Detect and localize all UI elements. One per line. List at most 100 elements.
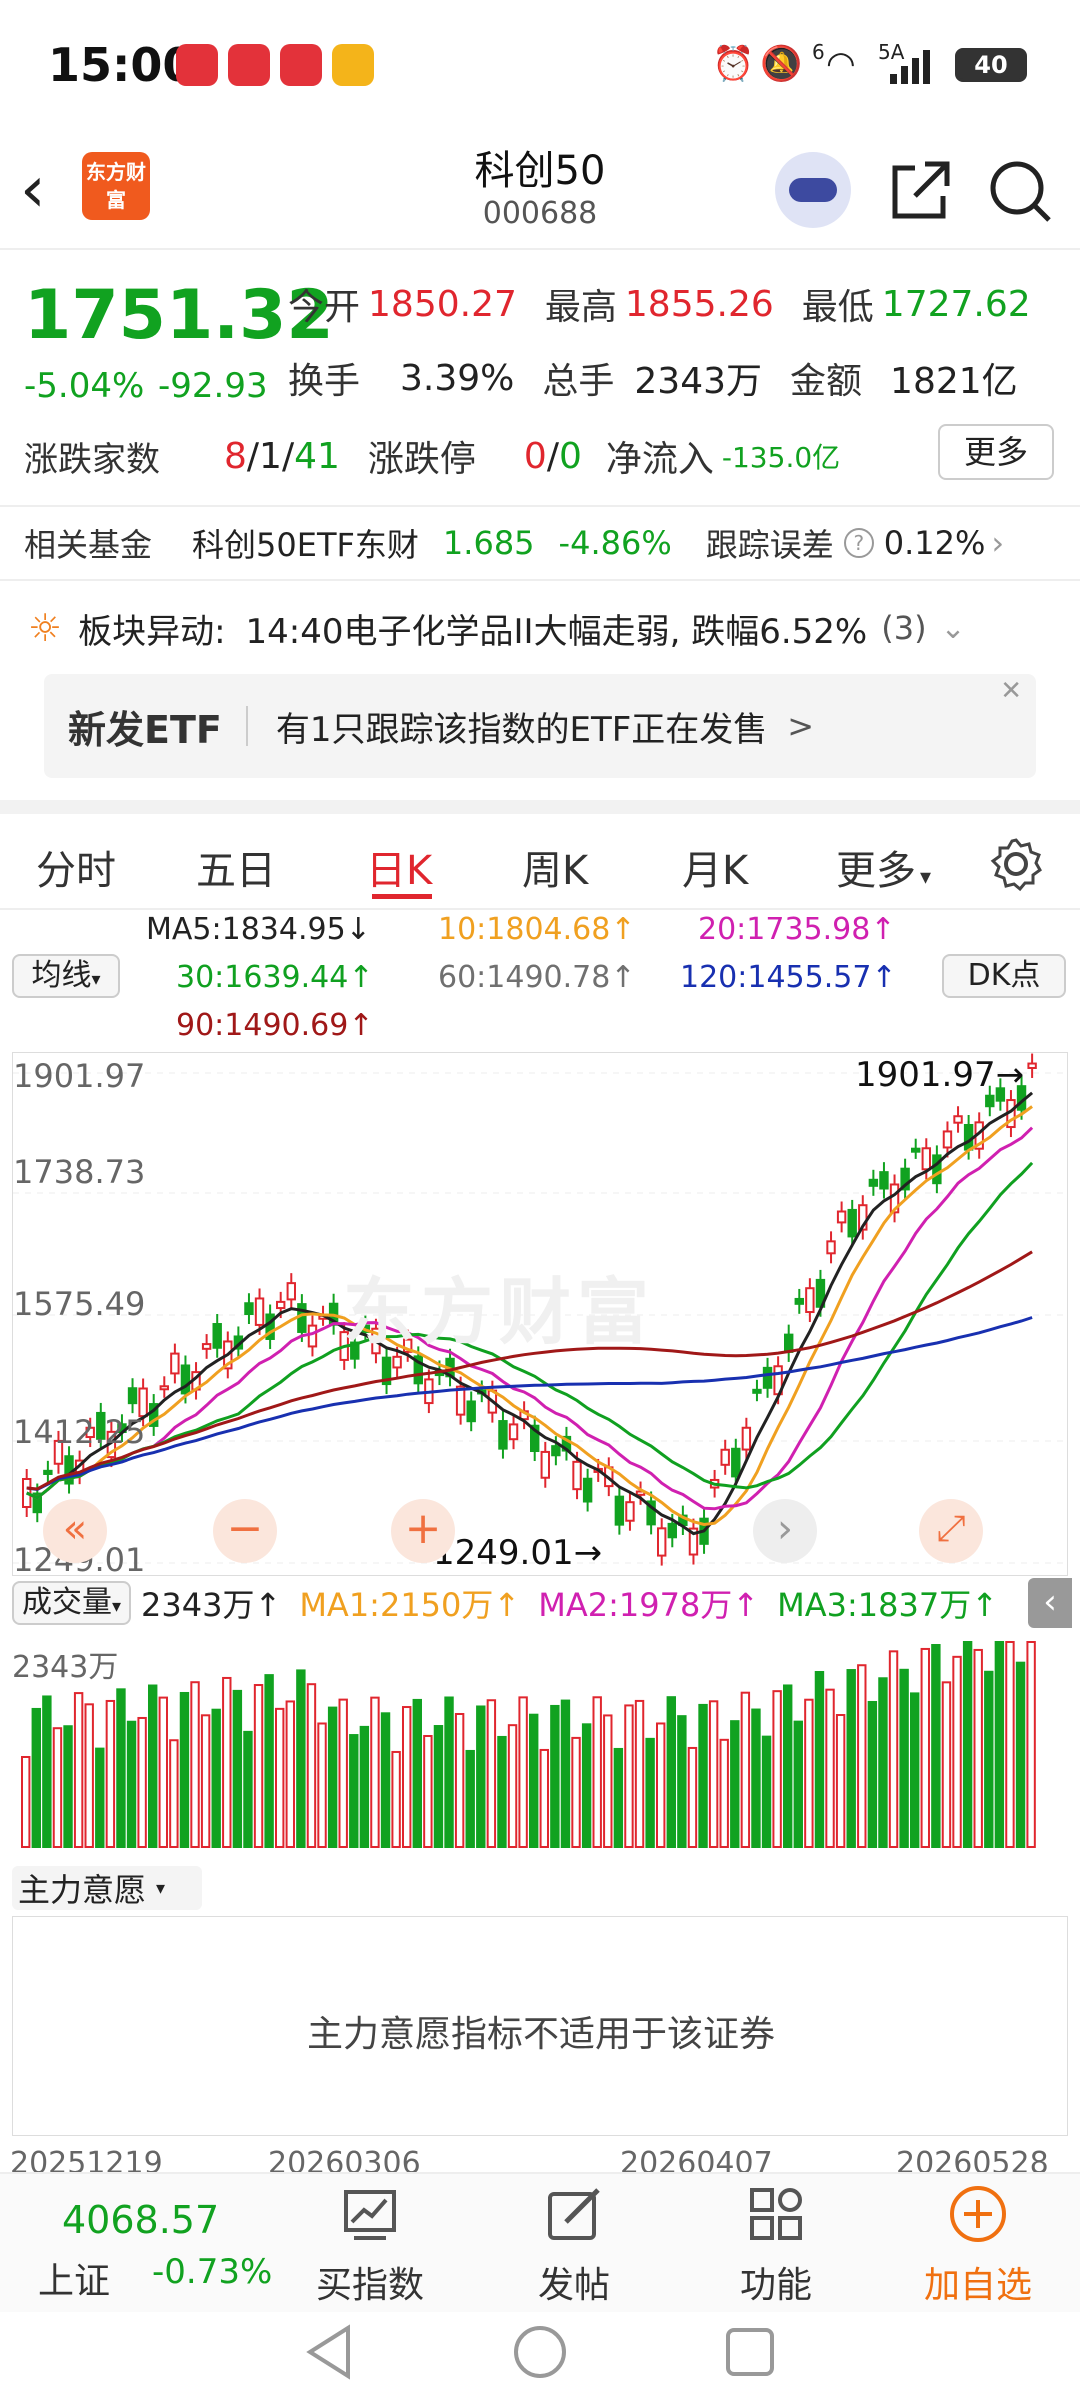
status-bar: 15:00 ⏰ 🔕 6 ◠ 5A 40: [0, 0, 1080, 130]
candle-body: [784, 1333, 794, 1353]
volume-bar: [338, 1698, 348, 1848]
volume-bar: [21, 1756, 31, 1848]
candle-body: [953, 1115, 963, 1124]
volume-header: 成交量▾ 2343万↑ MA1:2150万↑ MA2:1978万↑ MA3:18…: [0, 1578, 1080, 1628]
etf-tag: 新发ETF: [68, 707, 222, 752]
nav-recents-icon[interactable]: [720, 2322, 780, 2382]
tracking-error-value: 0.12%: [883, 524, 986, 562]
volume-bar: [232, 1689, 243, 1848]
ma90-value: 90:1490.69↑: [176, 1008, 374, 1043]
tab-more[interactable]: 更多 ▾: [836, 838, 931, 896]
alert-text: 14:40电子化学品II大幅走弱, 跌幅6.52%: [245, 611, 868, 652]
candle-body: [911, 1147, 921, 1153]
fund-price: 1.685: [442, 524, 535, 562]
kline-chart[interactable]: 东方财富 1901.97 1738.73 1575.49 1412.25 124…: [12, 1052, 1069, 1579]
related-fund-row[interactable]: 相关基金 科创50ETF东财 1.685 -4.86% 跟踪误差 ? 0.12%…: [0, 505, 1080, 581]
zoom-out-button[interactable]: −: [213, 1499, 277, 1563]
volume-bar: [867, 1700, 878, 1848]
volume-bar: [560, 1699, 571, 1848]
share-icon[interactable]: [885, 150, 955, 230]
help-icon[interactable]: ?: [843, 528, 874, 558]
fund-pct: -4.86%: [558, 524, 672, 562]
volume-bar: [507, 1724, 518, 1848]
volume-selector[interactable]: 成交量▾: [12, 1581, 132, 1625]
nav-back-icon[interactable]: [300, 2322, 360, 2382]
volume-bar: [761, 1735, 772, 1848]
sector-alert-row[interactable]: ☼ 板块异动: 14:40电子化学品II大幅走弱, 跌幅6.52% (3) ⌄: [0, 590, 1080, 666]
gear-icon[interactable]: [988, 836, 1044, 892]
candle-body: [731, 1447, 741, 1478]
zoom-in-button[interactable]: +: [391, 1499, 455, 1563]
watermark: 东方财富: [343, 1270, 656, 1354]
cell-signal-icon: [890, 50, 930, 84]
volume-bar: [666, 1696, 676, 1848]
volume-value: 2343万↑: [141, 1586, 282, 1624]
close-icon[interactable]: ✕: [1000, 676, 1022, 706]
dk-point-selector[interactable]: DK点: [942, 954, 1066, 998]
nav-home-icon[interactable]: [510, 2322, 570, 2382]
candle-body: [508, 1423, 519, 1441]
ma-legend: 均线▾ MA5:1834.95↓ 10:1804.68↑ 20:1735.98↑…: [0, 910, 1080, 1050]
volume-bar: [677, 1715, 687, 1848]
volume-bar: [158, 1696, 168, 1848]
fullscreen-button[interactable]: ⤢: [919, 1499, 983, 1563]
ma10-value: 10:1804.68↑: [438, 912, 636, 947]
tab-month-k[interactable]: 月K: [682, 838, 748, 896]
chevron-right-icon: ›: [991, 524, 1005, 562]
candle-body: [498, 1420, 508, 1450]
tab-intraday[interactable]: 分时: [36, 838, 116, 896]
y-label-3: 1575.49: [13, 1285, 146, 1323]
candle-body: [667, 1522, 677, 1539]
amount-label: 金额: [790, 361, 863, 402]
main-force-selector[interactable]: 主力意愿 ▾: [12, 1866, 202, 1910]
volume-bar: [486, 1699, 497, 1848]
volume-bar: [105, 1699, 116, 1848]
volume-bar: [899, 1668, 909, 1848]
scroll-left-button[interactable]: «: [43, 1499, 107, 1563]
candle-body: [805, 1287, 815, 1314]
volume-bar: [529, 1713, 539, 1848]
function-button[interactable]: 功能: [696, 2184, 856, 2308]
more-button[interactable]: 更多: [938, 424, 1054, 480]
back-button[interactable]: ‹: [20, 150, 80, 230]
candle-body: [138, 1387, 148, 1418]
high-value: 1855.26: [624, 283, 774, 325]
scroll-right-button[interactable]: ›: [753, 1499, 817, 1563]
ma60-value: 60:1490.78↑: [438, 960, 636, 995]
turnover-value: 3.39%: [400, 357, 515, 399]
buy-index-button[interactable]: 买指数: [290, 2184, 450, 2308]
etf-banner-arrow: >: [787, 707, 815, 745]
tab-five-day[interactable]: 五日: [196, 838, 276, 896]
vol-ma2: MA2:1978万↑: [538, 1586, 760, 1624]
volume-bar: [169, 1739, 179, 1848]
volume-bar: [285, 1700, 295, 1849]
volume-bar: [1005, 1641, 1015, 1848]
volume-bar: [941, 1681, 952, 1848]
y-label-2: 1738.73: [13, 1153, 146, 1191]
vol-ma3: MA3:1837万↑: [777, 1586, 999, 1624]
collapse-panel-button[interactable]: ‹: [1028, 1578, 1072, 1628]
date-axis: 20251219 20260306 20260407 20260528: [0, 2142, 1080, 2172]
turnover-label: 换手: [288, 361, 361, 402]
volume-bar: [804, 1698, 814, 1848]
volume-bar: [476, 1705, 486, 1848]
ai-assistant-icon[interactable]: [775, 152, 851, 228]
volume-bar: [391, 1750, 401, 1848]
shanghai-index-widget[interactable]: 4068.57 上证 -0.73%: [18, 2174, 272, 2314]
tab-day-k[interactable]: 日K: [366, 838, 432, 896]
tab-week-k[interactable]: 周K: [522, 838, 588, 896]
candle-body: [276, 1300, 286, 1310]
add-watchlist-button[interactable]: 加自选: [898, 2184, 1058, 2308]
candle-body: [170, 1352, 180, 1375]
new-etf-banner[interactable]: 新发ETF 有1只跟踪该指数的ETF正在发售 > ✕: [44, 674, 1036, 778]
wifi-icon: ◠: [826, 44, 856, 84]
candle-body: [847, 1208, 857, 1238]
ma-selector[interactable]: 均线▾: [12, 954, 120, 998]
volume-bar: [465, 1749, 475, 1848]
search-icon[interactable]: [985, 150, 1055, 230]
netflow-value: -135.0亿: [721, 441, 841, 474]
volume-bar: [645, 1737, 655, 1848]
battery-indicator: 40: [955, 48, 1027, 82]
volume-chart[interactable]: 2343万: [12, 1632, 1068, 1852]
post-button[interactable]: 发帖: [494, 2184, 654, 2308]
